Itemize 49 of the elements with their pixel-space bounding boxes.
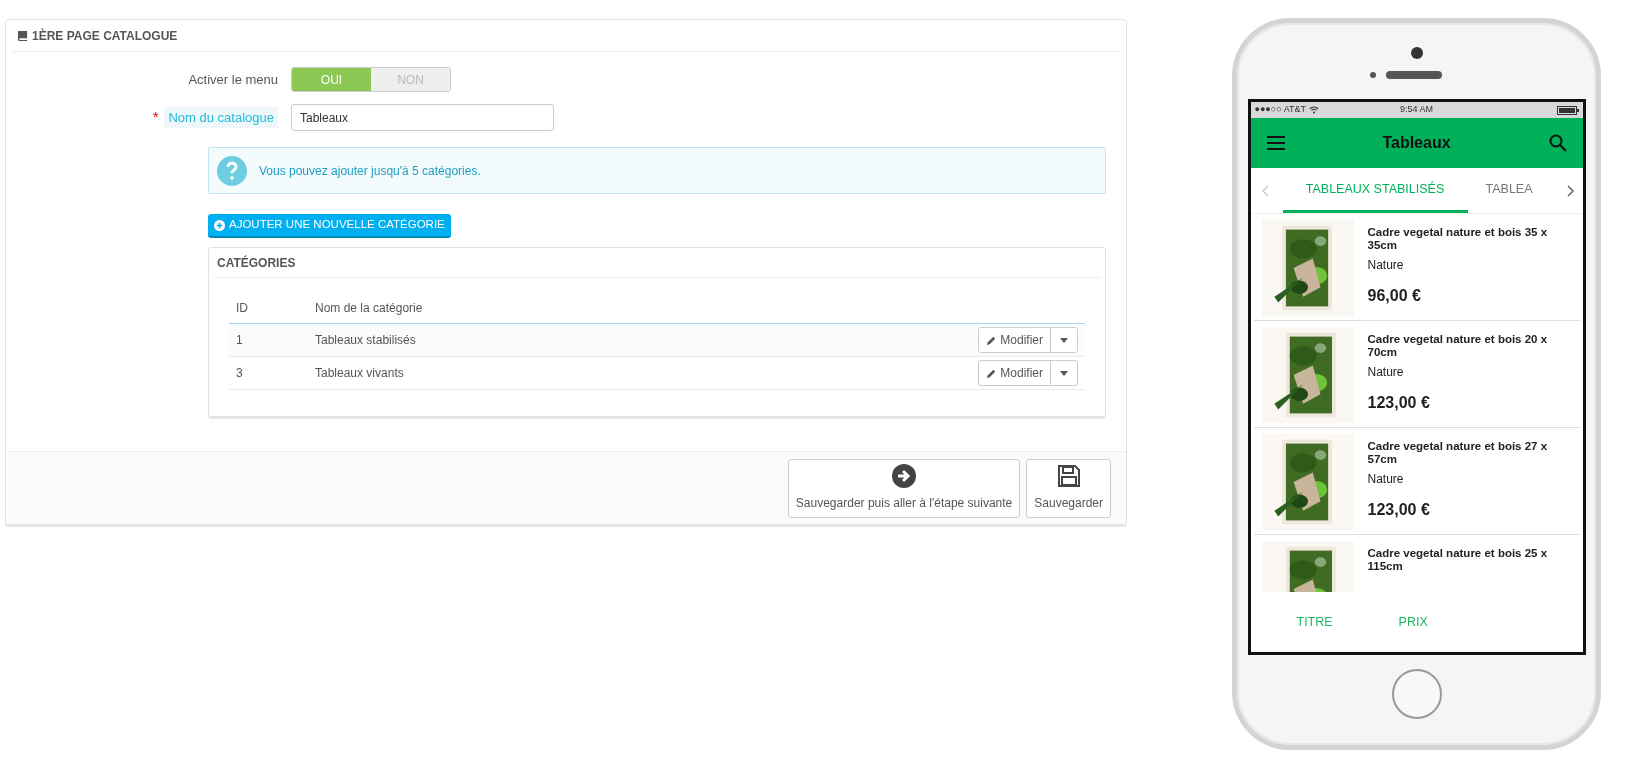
plus-circle-icon xyxy=(214,219,225,231)
category-tab[interactable]: TABLEA xyxy=(1467,168,1533,213)
carrier-text: ●●●○○ AT&T xyxy=(1254,103,1307,117)
product-name: Cadre vegetal nature et bois 27 x 57cm xyxy=(1367,440,1548,466)
wifi-icon xyxy=(1309,106,1320,114)
panel-title: 1ÈRE PAGE CATALOGUE xyxy=(32,27,178,45)
product-item[interactable]: Cadre vegetal nature et bois 20 x 70cm Nature 123,00 € xyxy=(1253,321,1580,428)
speaker-grille xyxy=(1385,71,1442,79)
save-and-next-button[interactable]: Sauvegarder puis aller à l'étape suivante xyxy=(787,458,1021,518)
home-button[interactable] xyxy=(1391,669,1442,719)
status-time: 9:54 AM xyxy=(1400,103,1433,117)
battery-icon xyxy=(1556,105,1579,115)
save-button[interactable]: Sauvegarder xyxy=(1026,458,1111,518)
info-text: Vous pouvez ajouter jusqu'à 5 catégories. xyxy=(259,162,481,180)
product-item[interactable]: Cadre vegetal nature et bois 35 x 35cm Nature 96,00 € xyxy=(1253,214,1580,321)
camera xyxy=(1410,47,1423,59)
product-name: Cadre vegetal nature et bois 35 x 35cm xyxy=(1367,226,1548,252)
sensor xyxy=(1369,72,1376,78)
product-item[interactable]: Cadre vegetal nature et bois 27 x 57cm Nature 123,00 € xyxy=(1253,428,1580,535)
table-cell-text: Tableaux vivants xyxy=(315,365,405,382)
product-price: 123,00 € xyxy=(1367,393,1431,413)
product-brand: Nature xyxy=(1367,364,1405,381)
pencil-icon xyxy=(986,367,998,379)
product-name: Cadre vegetal nature et bois 20 x 70cm xyxy=(1367,333,1548,359)
app-title: Tableaux xyxy=(1381,133,1452,153)
column-header: ID xyxy=(235,299,249,317)
product-price: 96,00 € xyxy=(1367,286,1422,306)
search-icon[interactable] xyxy=(1548,134,1567,152)
product-brand: Nature xyxy=(1367,257,1405,274)
column-header: Nom de la catégorie xyxy=(315,299,423,317)
table-cell-text: Tableaux stabilisés xyxy=(315,332,417,349)
catalog-name-field[interactable]: Tableaux xyxy=(291,104,554,131)
required-mark: * xyxy=(152,107,159,128)
table-cell-text: 1 xyxy=(235,332,244,349)
menu-icon[interactable] xyxy=(1266,136,1285,150)
pencil-icon xyxy=(986,334,998,346)
product-name: Cadre vegetal nature et bois 25 x 115cm xyxy=(1367,547,1548,573)
arrow-circle-icon xyxy=(892,464,917,488)
table-cell-text: 3 xyxy=(235,365,244,382)
caret-icon xyxy=(1060,370,1068,376)
product-brand: Nature xyxy=(1367,471,1405,488)
help-icon xyxy=(217,155,247,186)
book-icon xyxy=(17,30,28,41)
field-label: Activer le menu xyxy=(187,70,279,89)
section-title: CATÉGORIES xyxy=(217,254,296,272)
field-label: Nom du catalogue xyxy=(164,106,278,129)
chevron-right-icon[interactable] xyxy=(1566,184,1575,197)
product-price: 123,00 € xyxy=(1367,500,1431,520)
caret-icon xyxy=(1060,337,1068,343)
